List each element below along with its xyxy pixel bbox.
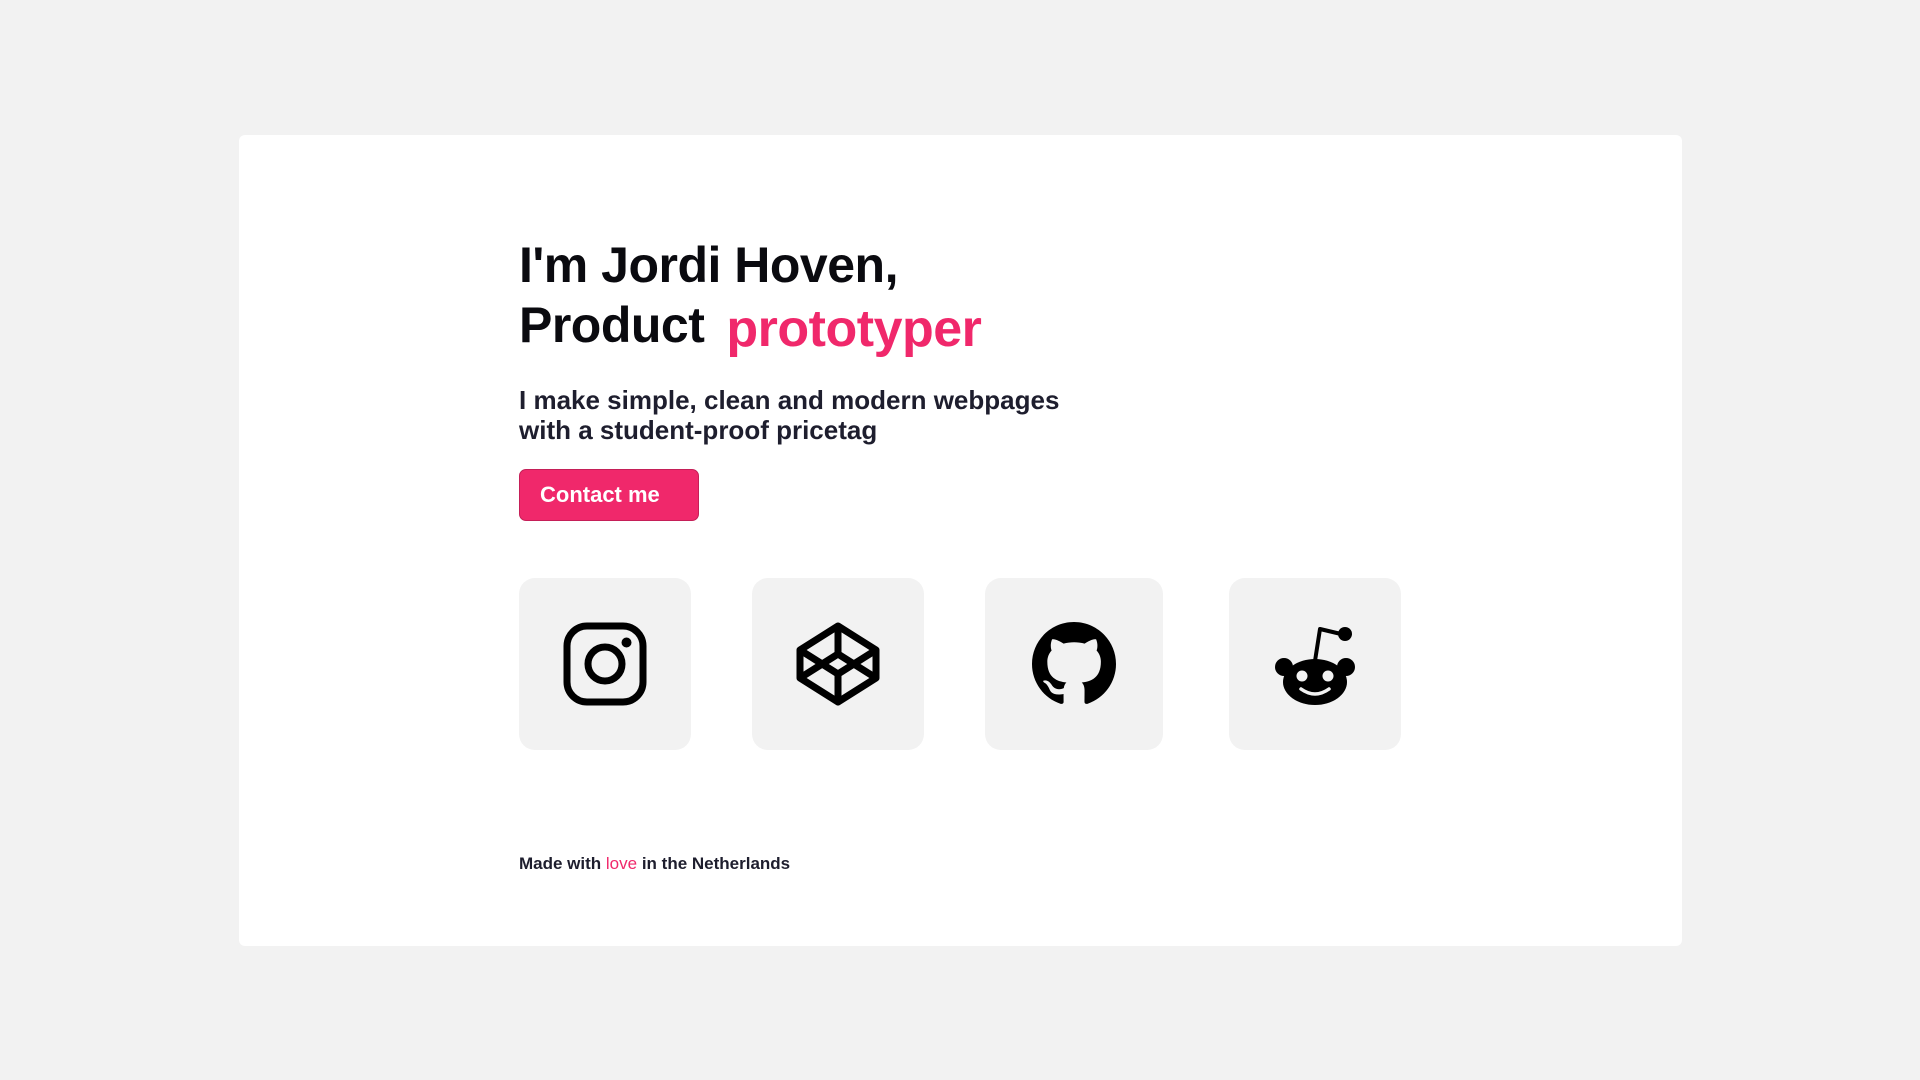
contact-me-button[interactable]: Contact me [519,469,699,521]
tagline-line-2: with a student-proof pricetag [519,415,878,445]
github-link[interactable] [985,578,1163,750]
hero-content: I'm Jordi Hoven, Product prototyper I mak… [519,235,1519,750]
github-icon [1032,622,1116,704]
reddit-link[interactable] [1229,578,1401,750]
footer-love: love [605,854,638,873]
main-card: I'm Jordi Hoven, Product prototyper I mak… [239,135,1682,946]
title-line-1: I'm Jordi Hoven, [519,237,898,293]
social-links [519,578,1519,750]
tagline: I make simple, clean and modern webpages… [519,385,1519,445]
title-prefix: Product [519,297,705,353]
title-line-2: Product prototyper [519,295,1519,358]
footer-suffix: in the Netherlands [641,854,791,873]
codepen-icon [796,622,880,706]
codepen-link[interactable] [752,578,924,750]
instagram-icon [563,622,647,706]
page-title: I'm Jordi Hoven, Product prototyper [519,235,1519,358]
title-accent: prototyper [726,300,982,358]
instagram-link[interactable] [519,578,691,750]
footer-prefix: Made with [519,854,602,873]
tagline-line-1: I make simple, clean and modern webpages [519,385,1060,415]
footer-note: Made with love in the Netherlands [519,854,790,874]
reddit-icon [1275,627,1355,705]
